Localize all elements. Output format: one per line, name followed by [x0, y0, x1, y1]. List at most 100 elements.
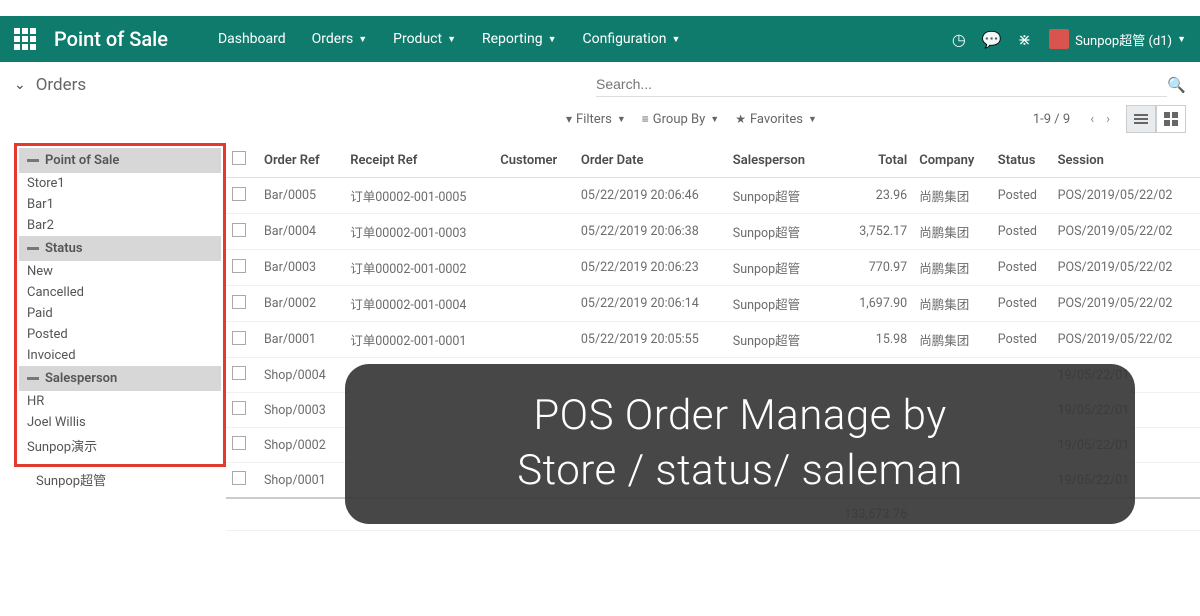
row-checkbox[interactable] — [232, 401, 246, 415]
cell: 23.96 — [825, 178, 913, 214]
cell: Posted — [992, 322, 1052, 358]
cell: Shop/0002 — [258, 428, 344, 463]
sidebar-item[interactable]: Sunpop演示 — [19, 433, 221, 458]
row-checkbox[interactable] — [232, 471, 246, 485]
cell: Posted — [992, 250, 1052, 286]
cell: Shop/0001 — [258, 463, 344, 499]
sidebar-group-header[interactable]: Salesperson — [19, 366, 221, 391]
kanban-view-icon — [1164, 112, 1178, 126]
cell: Sunpop超管 — [727, 286, 826, 322]
sidebar-item[interactable]: Bar2 — [19, 215, 221, 236]
nav-item-configuration[interactable]: Configuration▼ — [572, 25, 690, 53]
list-view-icon — [1134, 114, 1148, 124]
favorites-button[interactable]: ★Favorites▼ — [735, 112, 817, 127]
cell: Bar/0004 — [258, 214, 344, 250]
row-checkbox[interactable] — [232, 295, 246, 309]
row-checkbox[interactable] — [232, 366, 246, 380]
cell: 订单00002-001-0004 — [344, 286, 494, 322]
sidebar-item[interactable]: Cancelled — [19, 282, 221, 303]
chat-icon[interactable]: 💬 — [982, 30, 1002, 49]
sidebar-item[interactable]: Store1 — [19, 173, 221, 194]
sidebar-group-header[interactable]: Status — [19, 236, 221, 261]
overlay-line1: POS Order Manage by — [533, 389, 946, 444]
caret-down-icon: ▼ — [548, 34, 557, 45]
cell: Sunpop超管 — [727, 322, 826, 358]
row-checkbox[interactable] — [232, 331, 246, 345]
cell: Bar/0001 — [258, 322, 344, 358]
cell: Bar/0005 — [258, 178, 344, 214]
column-header[interactable]: Company — [913, 143, 992, 178]
cell: 05/22/2019 20:06:14 — [575, 286, 727, 322]
cell: 05/22/2019 20:05:55 — [575, 322, 727, 358]
column-header[interactable]: Salesperson — [727, 143, 826, 178]
table-row[interactable]: Bar/0005订单00002-001-0005 05/22/2019 20:06… — [226, 178, 1200, 214]
filters-button[interactable]: ▾Filters▼ — [566, 112, 626, 127]
sidebar-item[interactable]: Paid — [19, 303, 221, 324]
apps-icon[interactable] — [14, 28, 36, 50]
table-row[interactable]: Bar/0002订单00002-001-000405/22/2019 20:06… — [226, 286, 1200, 322]
caret-down-icon: ▼ — [1177, 34, 1186, 45]
nav-item-product[interactable]: Product▼ — [383, 25, 466, 53]
table-row[interactable]: Bar/0003订单00002-001-000205/22/2019 20:06… — [226, 250, 1200, 286]
row-checkbox[interactable] — [232, 259, 246, 273]
cell: 尚鹏集团 — [913, 286, 992, 322]
sidebar-item[interactable]: HR — [19, 391, 221, 412]
sidebar-item[interactable]: Bar1 — [19, 194, 221, 215]
caret-down-icon: ▼ — [447, 34, 456, 45]
user-menu[interactable]: Sunpop超管 (d1) ▼ — [1049, 29, 1186, 49]
cell: POS/2019/05/22/02 — [1052, 214, 1200, 250]
brand-title: Point of Sale — [54, 27, 168, 51]
bug-icon[interactable]: ⋇ — [1018, 30, 1031, 49]
select-all-checkbox[interactable] — [232, 151, 246, 165]
cell: POS/2019/05/22/02 — [1052, 322, 1200, 358]
cell: 05/22/2019 20:06:46 — [575, 178, 727, 214]
cell: POS/2019/05/22/02 — [1052, 178, 1200, 214]
cell — [494, 286, 575, 322]
overlay-line2: Store / status/ saleman — [517, 444, 963, 499]
column-header[interactable]: Session — [1052, 143, 1200, 178]
cell: 1,697.90 — [825, 286, 913, 322]
pager-next[interactable]: › — [1100, 112, 1116, 127]
pager-text: 1-9 / 9 — [1033, 112, 1070, 127]
column-header[interactable]: Receipt Ref — [344, 143, 494, 178]
row-checkbox[interactable] — [232, 187, 246, 201]
cell: 05/22/2019 20:06:38 — [575, 214, 727, 250]
collapse-icon — [27, 159, 39, 162]
nav-item-orders[interactable]: Orders▼ — [302, 25, 377, 53]
sidebar-item[interactable]: Invoiced — [19, 345, 221, 366]
table-row[interactable]: Bar/0001订单00002-001-0001 05/22/2019 20:05… — [226, 322, 1200, 358]
row-checkbox[interactable] — [232, 436, 246, 450]
kanban-view-button[interactable] — [1156, 105, 1186, 133]
column-header[interactable]: Customer — [494, 143, 575, 178]
cell: Shop/0004 — [258, 358, 344, 393]
clock-icon[interactable]: ◷ — [952, 30, 966, 49]
pager-prev[interactable]: ‹ — [1084, 112, 1100, 127]
nav-item-reporting[interactable]: Reporting▼ — [472, 25, 566, 53]
groupby-button[interactable]: ≡Group By▼ — [642, 112, 719, 127]
list-view-button[interactable] — [1126, 105, 1156, 133]
avatar-icon — [1049, 29, 1069, 49]
sidebar-item[interactable]: Posted — [19, 324, 221, 345]
table-row[interactable]: Bar/0004订单00002-001-000305/22/2019 20:06… — [226, 214, 1200, 250]
cell — [494, 178, 575, 214]
nav-item-dashboard[interactable]: Dashboard — [208, 25, 296, 53]
caret-down-icon: ▼ — [671, 34, 680, 45]
sidebar-group-header[interactable]: Point of Sale — [19, 148, 221, 173]
row-checkbox[interactable] — [232, 223, 246, 237]
collapse-icon[interactable]: ⌄ — [14, 77, 26, 93]
column-header[interactable]: Order Date — [575, 143, 727, 178]
sidebar-item[interactable]: Joel Willis — [19, 412, 221, 433]
search-input[interactable] — [596, 72, 1167, 97]
column-header[interactable]: Order Ref — [258, 143, 344, 178]
cell: 订单00002-001-0005 — [344, 178, 494, 214]
search-icon[interactable]: 🔍 — [1167, 76, 1186, 94]
cell: Bar/0003 — [258, 250, 344, 286]
cell: 订单00002-001-0001 — [344, 322, 494, 358]
sidebar-item[interactable]: New — [19, 261, 221, 282]
star-icon: ★ — [735, 112, 746, 126]
column-header[interactable]: Total — [825, 143, 913, 178]
cell: Sunpop超管 — [727, 214, 826, 250]
sidebar: Point of SaleStore1Bar1Bar2StatusNewCanc… — [0, 143, 226, 531]
sidebar-item[interactable]: Sunpop超管 — [14, 467, 226, 492]
column-header[interactable]: Status — [992, 143, 1052, 178]
